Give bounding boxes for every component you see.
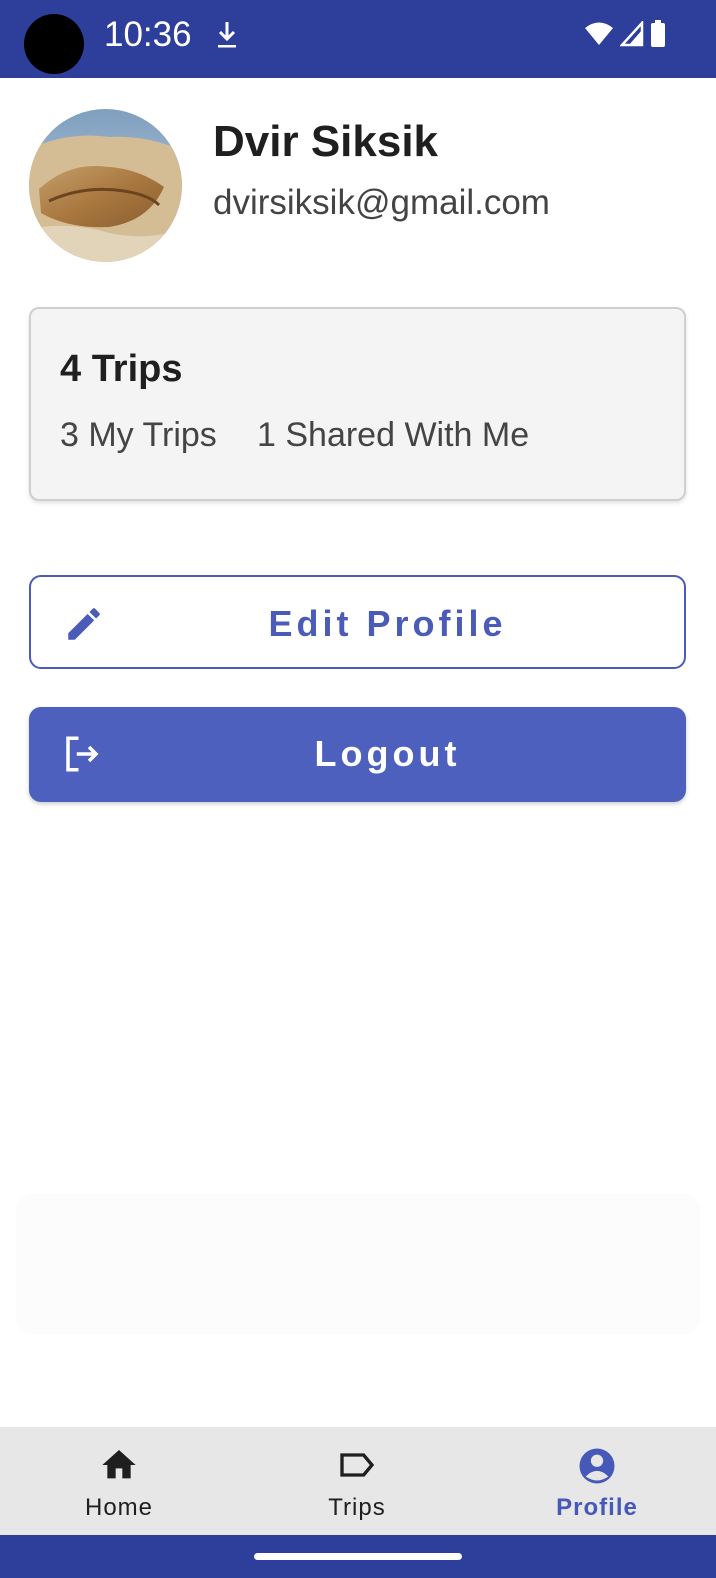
wifi-icon (585, 22, 613, 45)
nav-item-trips[interactable]: Trips (238, 1427, 476, 1535)
signal-icon (620, 21, 644, 47)
avatar (29, 109, 182, 262)
nav-label-home: Home (84, 1494, 154, 1521)
status-bar: 10:36 (0, 0, 716, 78)
nav-label-profile: Profile (556, 1494, 638, 1521)
profile-screen: 10:36 Dvir Siksik dvirsiksik@gmail.com 4… (0, 0, 716, 1578)
trips-summary-card: 4 Trips 3 My Trips 1 Shared With Me (29, 307, 686, 501)
home-icon (102, 1450, 136, 1479)
faded-overlay (16, 1193, 700, 1335)
home-gesture-handle[interactable] (254, 1553, 462, 1560)
battery-icon (651, 20, 665, 47)
tag-icon (340, 1453, 375, 1477)
gesture-bar (0, 1535, 716, 1578)
status-time: 10:36 (104, 15, 192, 54)
edit-profile-button[interactable]: Edit Profile (29, 575, 686, 669)
edit-profile-label: Edit Profile (268, 603, 507, 644)
account-circle-icon (579, 1448, 615, 1484)
camera-cutout (24, 14, 84, 74)
nav-item-home[interactable]: Home (0, 1427, 238, 1535)
status-icons (584, 20, 666, 48)
logout-label: Logout (314, 733, 461, 774)
user-name: Dvir Siksik (213, 117, 439, 166)
my-trips-count: 3 My Trips (60, 416, 217, 454)
user-email: dvirsiksik@gmail.com (213, 183, 550, 222)
logout-button[interactable]: Logout (29, 707, 686, 802)
nav-item-profile[interactable]: Profile (478, 1427, 716, 1535)
trips-total: 4 Trips (60, 348, 183, 390)
download-icon (218, 22, 236, 48)
nav-label-trips: Trips (328, 1494, 386, 1521)
avatar-landscape-photo (29, 109, 182, 262)
shared-trips-count: 1 Shared With Me (257, 416, 530, 454)
bottom-nav: Home Trips Profile (0, 1427, 716, 1535)
